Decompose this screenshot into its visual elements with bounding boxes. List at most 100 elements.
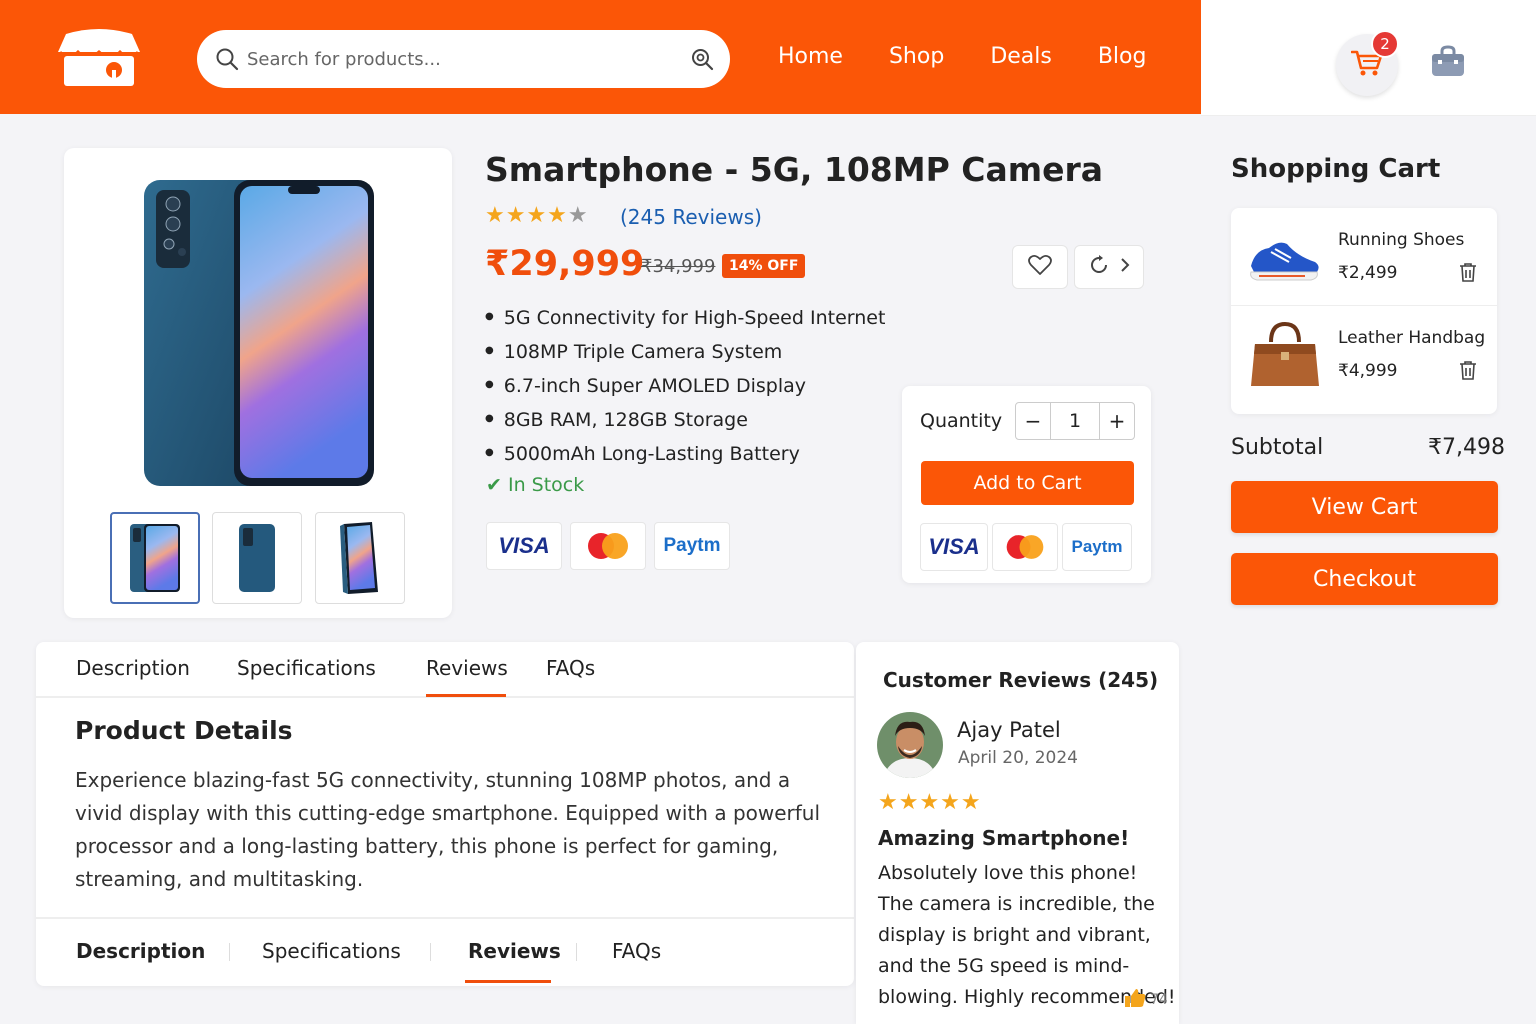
stock-label: In Stock (507, 474, 585, 496)
cart-items-list: Running Shoes ₹2,499 Leather Handbag ₹4,… (1231, 208, 1497, 414)
store-logo-icon[interactable] (56, 26, 142, 90)
paytm-text: Paytm (1071, 537, 1123, 556)
tab-description[interactable]: Description (76, 939, 205, 963)
tab-specifications[interactable]: Specifications (262, 939, 401, 963)
shopping-bag-icon (1430, 45, 1466, 82)
add-to-cart-button[interactable]: Add to Cart (921, 461, 1134, 505)
tab-reviews[interactable]: Reviews (426, 656, 508, 680)
nav-shop[interactable]: Shop (889, 44, 944, 69)
tab-bar: Description Specifications Reviews FAQs (36, 642, 854, 698)
feature-item: 8GB RAM, 128GB Storage (485, 407, 885, 441)
tab-divider (576, 943, 577, 961)
paytm-logo-icon: Paytm (654, 522, 730, 570)
cart-item[interactable]: Running Shoes ₹2,499 (1231, 208, 1497, 305)
helpful-button[interactable]: 74 (1124, 988, 1168, 1012)
paytm-logo-icon: Paytm (1062, 523, 1132, 571)
check-icon: ✔ (486, 474, 502, 496)
quantity-value[interactable]: 1 (1050, 403, 1100, 439)
thumbnail-front[interactable] (110, 512, 200, 604)
review-rating-stars: ★★★★★ (878, 790, 982, 815)
cart-count-badge: 2 (1371, 30, 1399, 58)
wishlist-button[interactable] (1012, 245, 1068, 289)
nav-deals[interactable]: Deals (990, 44, 1052, 69)
reviews-link[interactable]: (245 Reviews) (620, 205, 762, 229)
search-input[interactable] (247, 44, 657, 74)
quantity-label: Quantity (920, 410, 1003, 432)
cart-item-name: Running Shoes (1338, 230, 1465, 250)
discount-badge: 14% OFF (722, 254, 806, 278)
cart-item-name: Leather Handbag (1338, 328, 1486, 348)
tab-divider (229, 943, 230, 961)
helpful-count: 74 (1150, 992, 1168, 1008)
increase-quantity-button[interactable]: + (1100, 403, 1134, 439)
review-headline: Amazing Smartphone! (878, 826, 1130, 850)
product-price: ₹29,999 (485, 244, 645, 284)
feature-item: 6.7-inch Super AMOLED Display (485, 373, 885, 407)
view-cart-button[interactable]: View Cart (1231, 481, 1498, 533)
subtotal-value: ₹7,498 (1428, 435, 1505, 460)
thumbs-up-icon (1124, 988, 1146, 1012)
thumbnail-back[interactable] (212, 512, 302, 604)
bottom-tab-bar: Description Specifications Reviews FAQs (36, 917, 854, 986)
leather-handbag-image (1245, 320, 1325, 390)
decrease-quantity-button[interactable]: − (1016, 403, 1050, 439)
share-button[interactable] (1074, 245, 1144, 289)
stock-status: ✔ In Stock (486, 474, 584, 496)
cart-item-price: ₹4,999 (1338, 361, 1398, 381)
chevron-right-icon (1120, 257, 1130, 277)
nav-blog[interactable]: Blog (1098, 44, 1147, 69)
heart-icon (1028, 254, 1052, 280)
visa-text: VISA (498, 533, 550, 558)
cart-item[interactable]: Leather Handbag ₹4,999 (1231, 305, 1497, 402)
payment-methods: VISA Paytm (486, 522, 730, 570)
visual-search-icon[interactable] (690, 47, 714, 75)
shopping-cart-title: Shopping Cart (1231, 154, 1441, 184)
active-tab-indicator (465, 980, 551, 983)
nav-home[interactable]: Home (778, 44, 843, 69)
product-details-text: Experience blazing-fast 5G connectivity,… (75, 768, 821, 891)
paytm-text: Paytm (663, 535, 721, 556)
review-date: April 20, 2024 (958, 748, 1078, 768)
tab-faqs[interactable]: FAQs (546, 656, 595, 680)
trash-icon[interactable] (1459, 262, 1477, 286)
product-rating-stars: ★★★★★ (485, 203, 589, 228)
purchase-box: Quantity − 1 + Add to Cart VISA Paytm (902, 386, 1151, 583)
feature-list: 5G Connectivity for High-Speed Internet … (485, 305, 886, 475)
checkout-button[interactable]: Checkout (1231, 553, 1498, 605)
product-tabs-panel: Description Specifications Reviews FAQs … (36, 642, 854, 986)
feature-item: 5000mAh Long-Lasting Battery (485, 441, 885, 475)
mastercard-logo-icon (992, 523, 1058, 571)
payment-methods-box: VISA Paytm (920, 523, 1132, 571)
tab-specifications[interactable]: Specifications (237, 656, 376, 680)
active-tab-indicator (426, 694, 506, 697)
feature-item: 108MP Triple Camera System (485, 339, 885, 373)
running-shoes-image (1245, 222, 1325, 292)
product-details-title: Product Details (75, 716, 293, 745)
tab-divider (430, 943, 431, 961)
thumbnail-side[interactable] (315, 512, 405, 604)
search-icon (215, 47, 239, 75)
search-bar[interactable] (197, 30, 730, 88)
reviewer-name: Ajay Patel (957, 718, 1061, 742)
original-price: ₹34,999 (641, 256, 716, 277)
mastercard-logo-icon (570, 522, 646, 570)
product-gallery (64, 148, 452, 618)
avatar (877, 712, 943, 778)
quantity-stepper: − 1 + (1015, 402, 1135, 440)
feature-item: 5G Connectivity for High-Speed Internet (485, 305, 886, 339)
product-title: Smartphone - 5G, 108MP Camera (485, 150, 1104, 189)
subtotal-label: Subtotal (1231, 435, 1324, 460)
product-main-image[interactable] (142, 178, 376, 490)
visa-logo-icon: VISA (486, 522, 562, 570)
visa-logo-icon: VISA (920, 523, 988, 571)
tab-description[interactable]: Description (76, 656, 190, 680)
refresh-icon (1088, 254, 1110, 280)
cart-item-price: ₹2,499 (1338, 263, 1398, 283)
trash-icon[interactable] (1459, 360, 1477, 384)
main-nav: Home Shop Deals Blog (778, 44, 1146, 69)
customer-reviews-panel: Customer Reviews (245) Ajay Patel April … (856, 642, 1179, 1024)
tab-reviews[interactable]: Reviews (468, 939, 561, 963)
top-header: Home Shop Deals Blog (0, 0, 1201, 114)
shopping-bag-button[interactable] (1430, 44, 1466, 82)
tab-faqs[interactable]: FAQs (612, 939, 661, 963)
